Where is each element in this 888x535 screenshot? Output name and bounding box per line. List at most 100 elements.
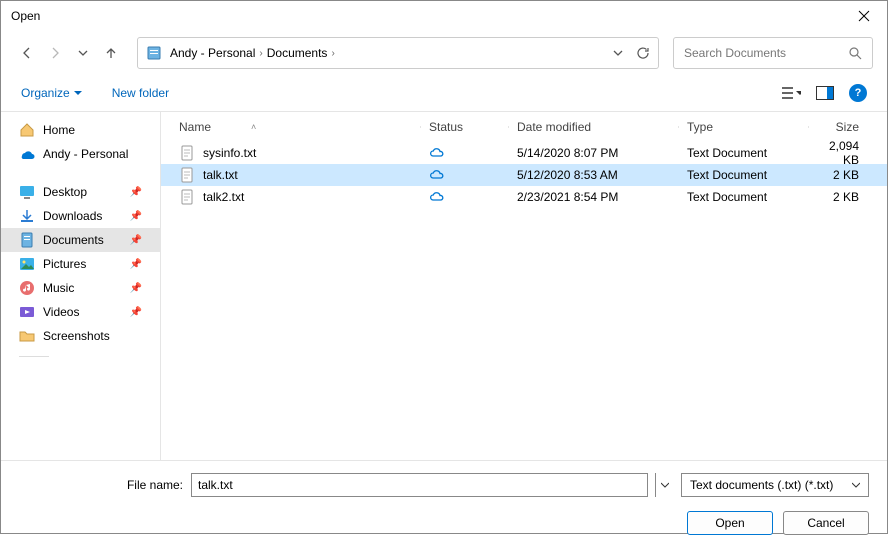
window-title: Open (11, 9, 841, 23)
column-header-size[interactable]: Size (809, 120, 879, 134)
file-list: Name ˄ Status Date modified Type Size sy… (161, 112, 887, 460)
file-name: talk.txt (203, 168, 238, 182)
pin-icon: 📌 (130, 307, 142, 318)
open-button[interactable]: Open (687, 511, 773, 535)
command-bar: Organize New folder ? (1, 75, 887, 111)
new-folder-button[interactable]: New folder (112, 86, 169, 100)
desktop-icon (19, 184, 35, 200)
caret-down-icon (796, 89, 801, 97)
file-size: 2 KB (809, 168, 879, 182)
forward-button[interactable] (43, 41, 67, 65)
pin-icon: 📌 (130, 211, 142, 222)
videos-icon (19, 304, 35, 320)
close-icon (858, 10, 870, 22)
preview-pane-icon (816, 86, 834, 100)
sidebar-item-pictures[interactable]: Pictures 📌 (1, 252, 160, 276)
file-size: 2,094 KB (809, 139, 879, 167)
pictures-icon (19, 256, 35, 272)
column-header-type[interactable]: Type (679, 120, 809, 134)
arrow-up-icon (103, 45, 119, 61)
sidebar-separator (19, 356, 49, 357)
text-file-icon (179, 145, 195, 161)
cloud-status-icon (421, 169, 509, 181)
list-view-icon (781, 86, 793, 100)
pin-icon: 📌 (130, 187, 142, 198)
onedrive-icon (19, 146, 35, 162)
sidebar-item-videos[interactable]: Videos 📌 (1, 300, 160, 324)
file-date: 5/14/2020 8:07 PM (509, 146, 679, 160)
file-name: sysinfo.txt (203, 146, 256, 160)
pin-icon: 📌 (130, 259, 142, 270)
folder-icon (19, 328, 35, 344)
chevron-down-icon[interactable] (612, 47, 624, 59)
search-placeholder: Search Documents (684, 46, 848, 60)
pin-icon: 📌 (130, 283, 142, 294)
breadcrumb[interactable]: Andy - Personal › Documents › (170, 46, 604, 60)
title-bar: Open (1, 1, 887, 31)
downloads-icon (19, 208, 35, 224)
column-headers: Name ˄ Status Date modified Type Size (161, 112, 887, 142)
search-icon (848, 46, 862, 60)
search-input[interactable]: Search Documents (673, 37, 873, 69)
address-bar[interactable]: Andy - Personal › Documents › (137, 37, 659, 69)
chevron-right-icon: › (259, 48, 262, 59)
view-options-button[interactable] (781, 83, 801, 103)
bottom-panel: File name: Text documents (.txt) (*.txt)… (1, 461, 887, 535)
filename-input[interactable] (191, 473, 648, 497)
sidebar-item-music[interactable]: Music 📌 (1, 276, 160, 300)
chevron-down-icon (77, 47, 89, 59)
file-date: 5/12/2020 8:53 AM (509, 168, 679, 182)
column-header-date[interactable]: Date modified (509, 120, 679, 134)
sidebar-item-downloads[interactable]: Downloads 📌 (1, 204, 160, 228)
arrow-left-icon (19, 45, 35, 61)
music-icon (19, 280, 35, 296)
home-icon (19, 122, 35, 138)
back-button[interactable] (15, 41, 39, 65)
navigation-bar: Andy - Personal › Documents › Search Doc… (1, 31, 887, 75)
filename-label: File name: (19, 478, 183, 492)
help-button[interactable]: ? (849, 84, 867, 102)
sidebar-item-screenshots[interactable]: Screenshots (1, 324, 160, 348)
column-header-name[interactable]: Name ˄ (171, 120, 421, 134)
close-button[interactable] (841, 1, 887, 31)
chevron-down-icon (852, 481, 860, 489)
sort-indicator-icon: ˄ (251, 122, 256, 132)
organize-menu[interactable]: Organize (21, 86, 82, 100)
chevron-down-icon (661, 481, 669, 489)
file-type: Text Document (679, 168, 809, 182)
cancel-button[interactable]: Cancel (783, 511, 869, 535)
file-type: Text Document (679, 190, 809, 204)
refresh-icon[interactable] (636, 46, 650, 60)
filename-history-button[interactable] (655, 473, 673, 497)
cloud-status-icon (421, 191, 509, 203)
sidebar-item-personal[interactable]: Andy - Personal (1, 142, 160, 166)
file-date: 2/23/2021 8:54 PM (509, 190, 679, 204)
caret-down-icon (74, 89, 82, 97)
column-header-status[interactable]: Status (421, 120, 509, 134)
text-file-icon (179, 189, 195, 205)
sidebar-item-home[interactable]: Home (1, 118, 160, 142)
documents-location-icon (146, 45, 162, 61)
documents-icon (19, 232, 35, 248)
table-row[interactable]: sysinfo.txt 5/14/2020 8:07 PMText Documen… (161, 142, 887, 164)
breadcrumb-item[interactable]: Documents (267, 46, 328, 60)
arrow-right-icon (47, 45, 63, 61)
file-type: Text Document (679, 146, 809, 160)
cloud-status-icon (421, 147, 509, 159)
up-button[interactable] (99, 41, 123, 65)
sidebar-item-documents[interactable]: Documents 📌 (1, 228, 160, 252)
sidebar-item-desktop[interactable]: Desktop 📌 (1, 180, 160, 204)
recent-locations-button[interactable] (71, 41, 95, 65)
navigation-pane: Home Andy - Personal Desktop 📌 Downloads… (1, 112, 161, 460)
file-size: 2 KB (809, 190, 879, 204)
main-area: Home Andy - Personal Desktop 📌 Downloads… (1, 111, 887, 461)
table-row[interactable]: talk.txt 5/12/2020 8:53 AMText Document2 … (161, 164, 887, 186)
table-row[interactable]: talk2.txt 2/23/2021 8:54 PMText Document2… (161, 186, 887, 208)
file-name: talk2.txt (203, 190, 244, 204)
file-type-select[interactable]: Text documents (.txt) (*.txt) (681, 473, 869, 497)
chevron-right-icon: › (331, 48, 334, 59)
breadcrumb-item[interactable]: Andy - Personal (170, 46, 255, 60)
pin-icon: 📌 (130, 235, 142, 246)
preview-pane-button[interactable] (815, 83, 835, 103)
text-file-icon (179, 167, 195, 183)
